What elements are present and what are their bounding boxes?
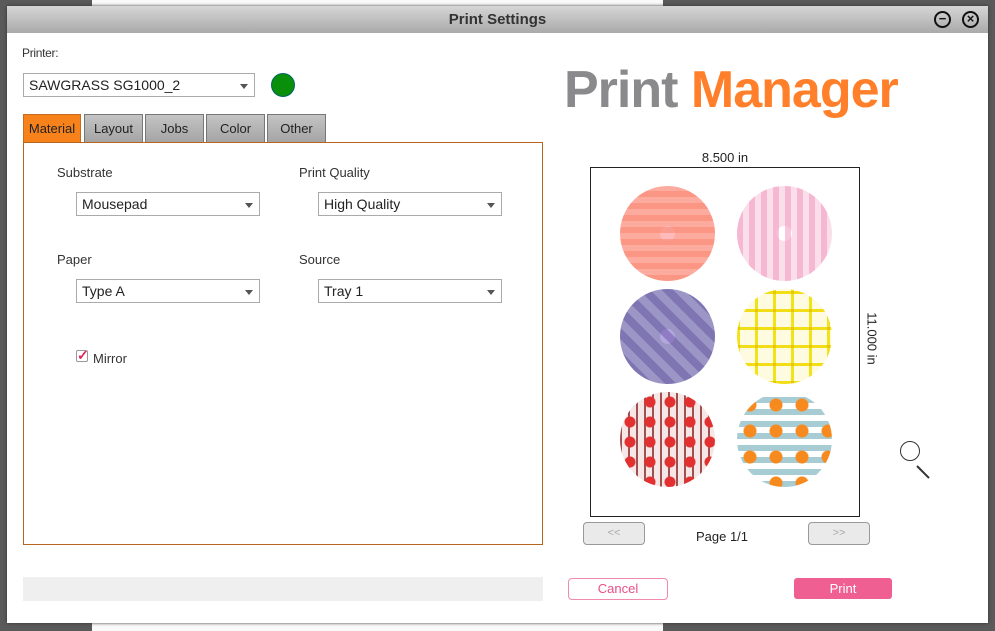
tab-jobs[interactable]: Jobs: [145, 114, 204, 143]
next-page-button[interactable]: >>: [808, 522, 870, 545]
close-icon[interactable]: ×: [962, 11, 979, 28]
paper-value: Type A: [82, 283, 125, 299]
source-label: Source: [299, 252, 341, 267]
paper-select[interactable]: Type A: [76, 279, 260, 303]
design-banana-yellow: [737, 289, 832, 384]
print-button[interactable]: Print: [794, 578, 892, 599]
minimize-icon[interactable]: −: [934, 11, 951, 28]
substrate-select[interactable]: Mousepad: [76, 192, 260, 216]
progress-bar: [23, 577, 543, 601]
mirror-label: Mirror: [93, 351, 127, 366]
printer-status-indicator: [271, 73, 295, 97]
chevron-down-icon: [245, 290, 253, 295]
chevron-down-icon: [487, 203, 495, 208]
chevron-down-icon: [487, 290, 495, 295]
chevron-down-icon: [240, 84, 248, 89]
tab-material[interactable]: Material: [23, 114, 81, 143]
tab-other[interactable]: Other: [267, 114, 326, 143]
page-width-label: 8.500 in: [701, 150, 749, 165]
page-indicator: Page 1/1: [695, 529, 749, 544]
print-settings-dialog: Print Settings − × Printer: SAWGRASS SG1…: [7, 6, 988, 623]
design-strawberry-pink: [737, 186, 832, 281]
mirror-checkbox[interactable]: ✓: [76, 348, 89, 362]
prev-page-button[interactable]: <<: [583, 522, 645, 545]
logo-word-manager: Manager: [690, 61, 899, 119]
substrate-value: Mousepad: [82, 196, 148, 212]
design-peach-gingham: [620, 186, 715, 281]
title-bar: Print Settings − ×: [7, 6, 988, 33]
chevron-down-icon: [245, 203, 253, 208]
paper-label: Paper: [57, 252, 92, 267]
cancel-button[interactable]: Cancel: [568, 578, 668, 600]
zoom-magnifier-icon[interactable]: [900, 441, 930, 479]
page-preview: [590, 167, 860, 517]
substrate-label: Substrate: [57, 165, 113, 180]
tab-layout[interactable]: Layout: [84, 114, 143, 143]
design-blueberry-lavender: [620, 289, 715, 384]
design-cherry-gingham: [620, 392, 715, 487]
page-height-label: 11.000 in: [864, 312, 880, 365]
print-manager-logo: Print Manager: [564, 58, 899, 122]
printer-select[interactable]: SAWGRASS SG1000_2: [23, 73, 255, 97]
design-orange-blue-gingham: [737, 392, 832, 487]
print-quality-select[interactable]: High Quality: [318, 192, 502, 216]
logo-word-print: Print: [564, 61, 678, 119]
print-quality-value: High Quality: [324, 196, 401, 212]
source-select[interactable]: Tray 1: [318, 279, 502, 303]
printer-value: SAWGRASS SG1000_2: [29, 77, 181, 93]
print-quality-label: Print Quality: [299, 165, 370, 180]
window-title: Print Settings: [448, 11, 547, 28]
printer-label: Printer:: [22, 46, 59, 60]
tab-color[interactable]: Color: [206, 114, 265, 143]
source-value: Tray 1: [324, 283, 364, 299]
